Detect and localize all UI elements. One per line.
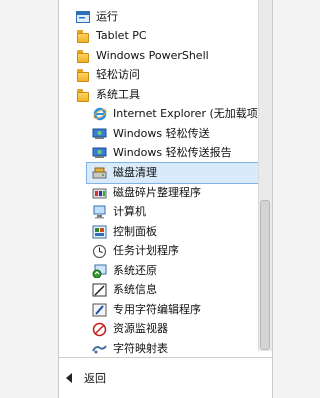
menu-item-resource-monitor[interactable]: 资源监视器 [92, 319, 168, 339]
system-info-icon [92, 283, 107, 298]
folder-icon [75, 29, 90, 44]
task-scheduler-icon [92, 244, 107, 259]
folder-icon [75, 88, 90, 103]
back-button[interactable]: 返回 [66, 368, 106, 388]
menu-item-accessibility[interactable]: 轻松访问 [75, 65, 140, 85]
menu-item-system-tools[interactable]: 系统工具 [75, 85, 140, 105]
menu-item-system-restore[interactable]: 系统还原 [92, 261, 157, 281]
run-icon [75, 10, 90, 25]
defragmenter-icon [92, 186, 107, 201]
menu-item-windows-powershell[interactable]: Windows PowerShell [75, 46, 209, 66]
menu-item-control-panel[interactable]: 控制面板 [92, 222, 157, 242]
menu-item-system-information[interactable]: 系统信息 [92, 280, 157, 300]
folder-icon [75, 68, 90, 83]
vertical-scrollbar[interactable] [258, 0, 272, 351]
internet-explorer-icon [92, 107, 107, 122]
resource-monitor-icon [92, 322, 107, 337]
menu-item-disk-defragmenter[interactable]: 磁盘碎片整理程序 [92, 183, 201, 203]
back-arrow-icon [66, 373, 72, 383]
system-restore-icon [92, 264, 107, 279]
menu-item-internet-explorer-no-addons[interactable]: Internet Explorer (无加载项) [92, 104, 262, 124]
menu-divider [58, 357, 272, 358]
disk-cleanup-icon [92, 166, 107, 181]
menu-item-windows-easy-transfer-report[interactable]: Windows 轻松传送报告 [92, 143, 232, 163]
menu-item-disk-cleanup[interactable]: 磁盘清理 [86, 162, 264, 184]
start-menu-all-programs-panel: 运行 Tablet PC Windows PowerShell 轻松访问 系统工… [58, 0, 273, 398]
back-label: 返回 [84, 372, 106, 385]
menu-item-character-map[interactable]: 字符映射表 [92, 339, 168, 359]
menu-item-tablet-pc[interactable]: Tablet PC [75, 26, 147, 46]
menu-item-private-character-editor[interactable]: 专用字符编辑程序 [92, 300, 201, 320]
control-panel-icon [92, 225, 107, 240]
easy-transfer-icon [92, 127, 107, 142]
menu-item-computer[interactable]: 计算机 [92, 202, 146, 222]
scrollbar-thumb[interactable] [260, 200, 270, 350]
easy-transfer-report-icon [92, 146, 107, 161]
folder-icon [75, 49, 90, 64]
menu-item-windows-easy-transfer[interactable]: Windows 轻松传送 [92, 124, 210, 144]
menu-item-run[interactable]: 运行 [75, 7, 118, 27]
menu-item-task-scheduler[interactable]: 任务计划程序 [92, 241, 179, 261]
char-editor-icon [92, 303, 107, 318]
character-map-icon [92, 342, 107, 357]
computer-icon [92, 205, 107, 220]
